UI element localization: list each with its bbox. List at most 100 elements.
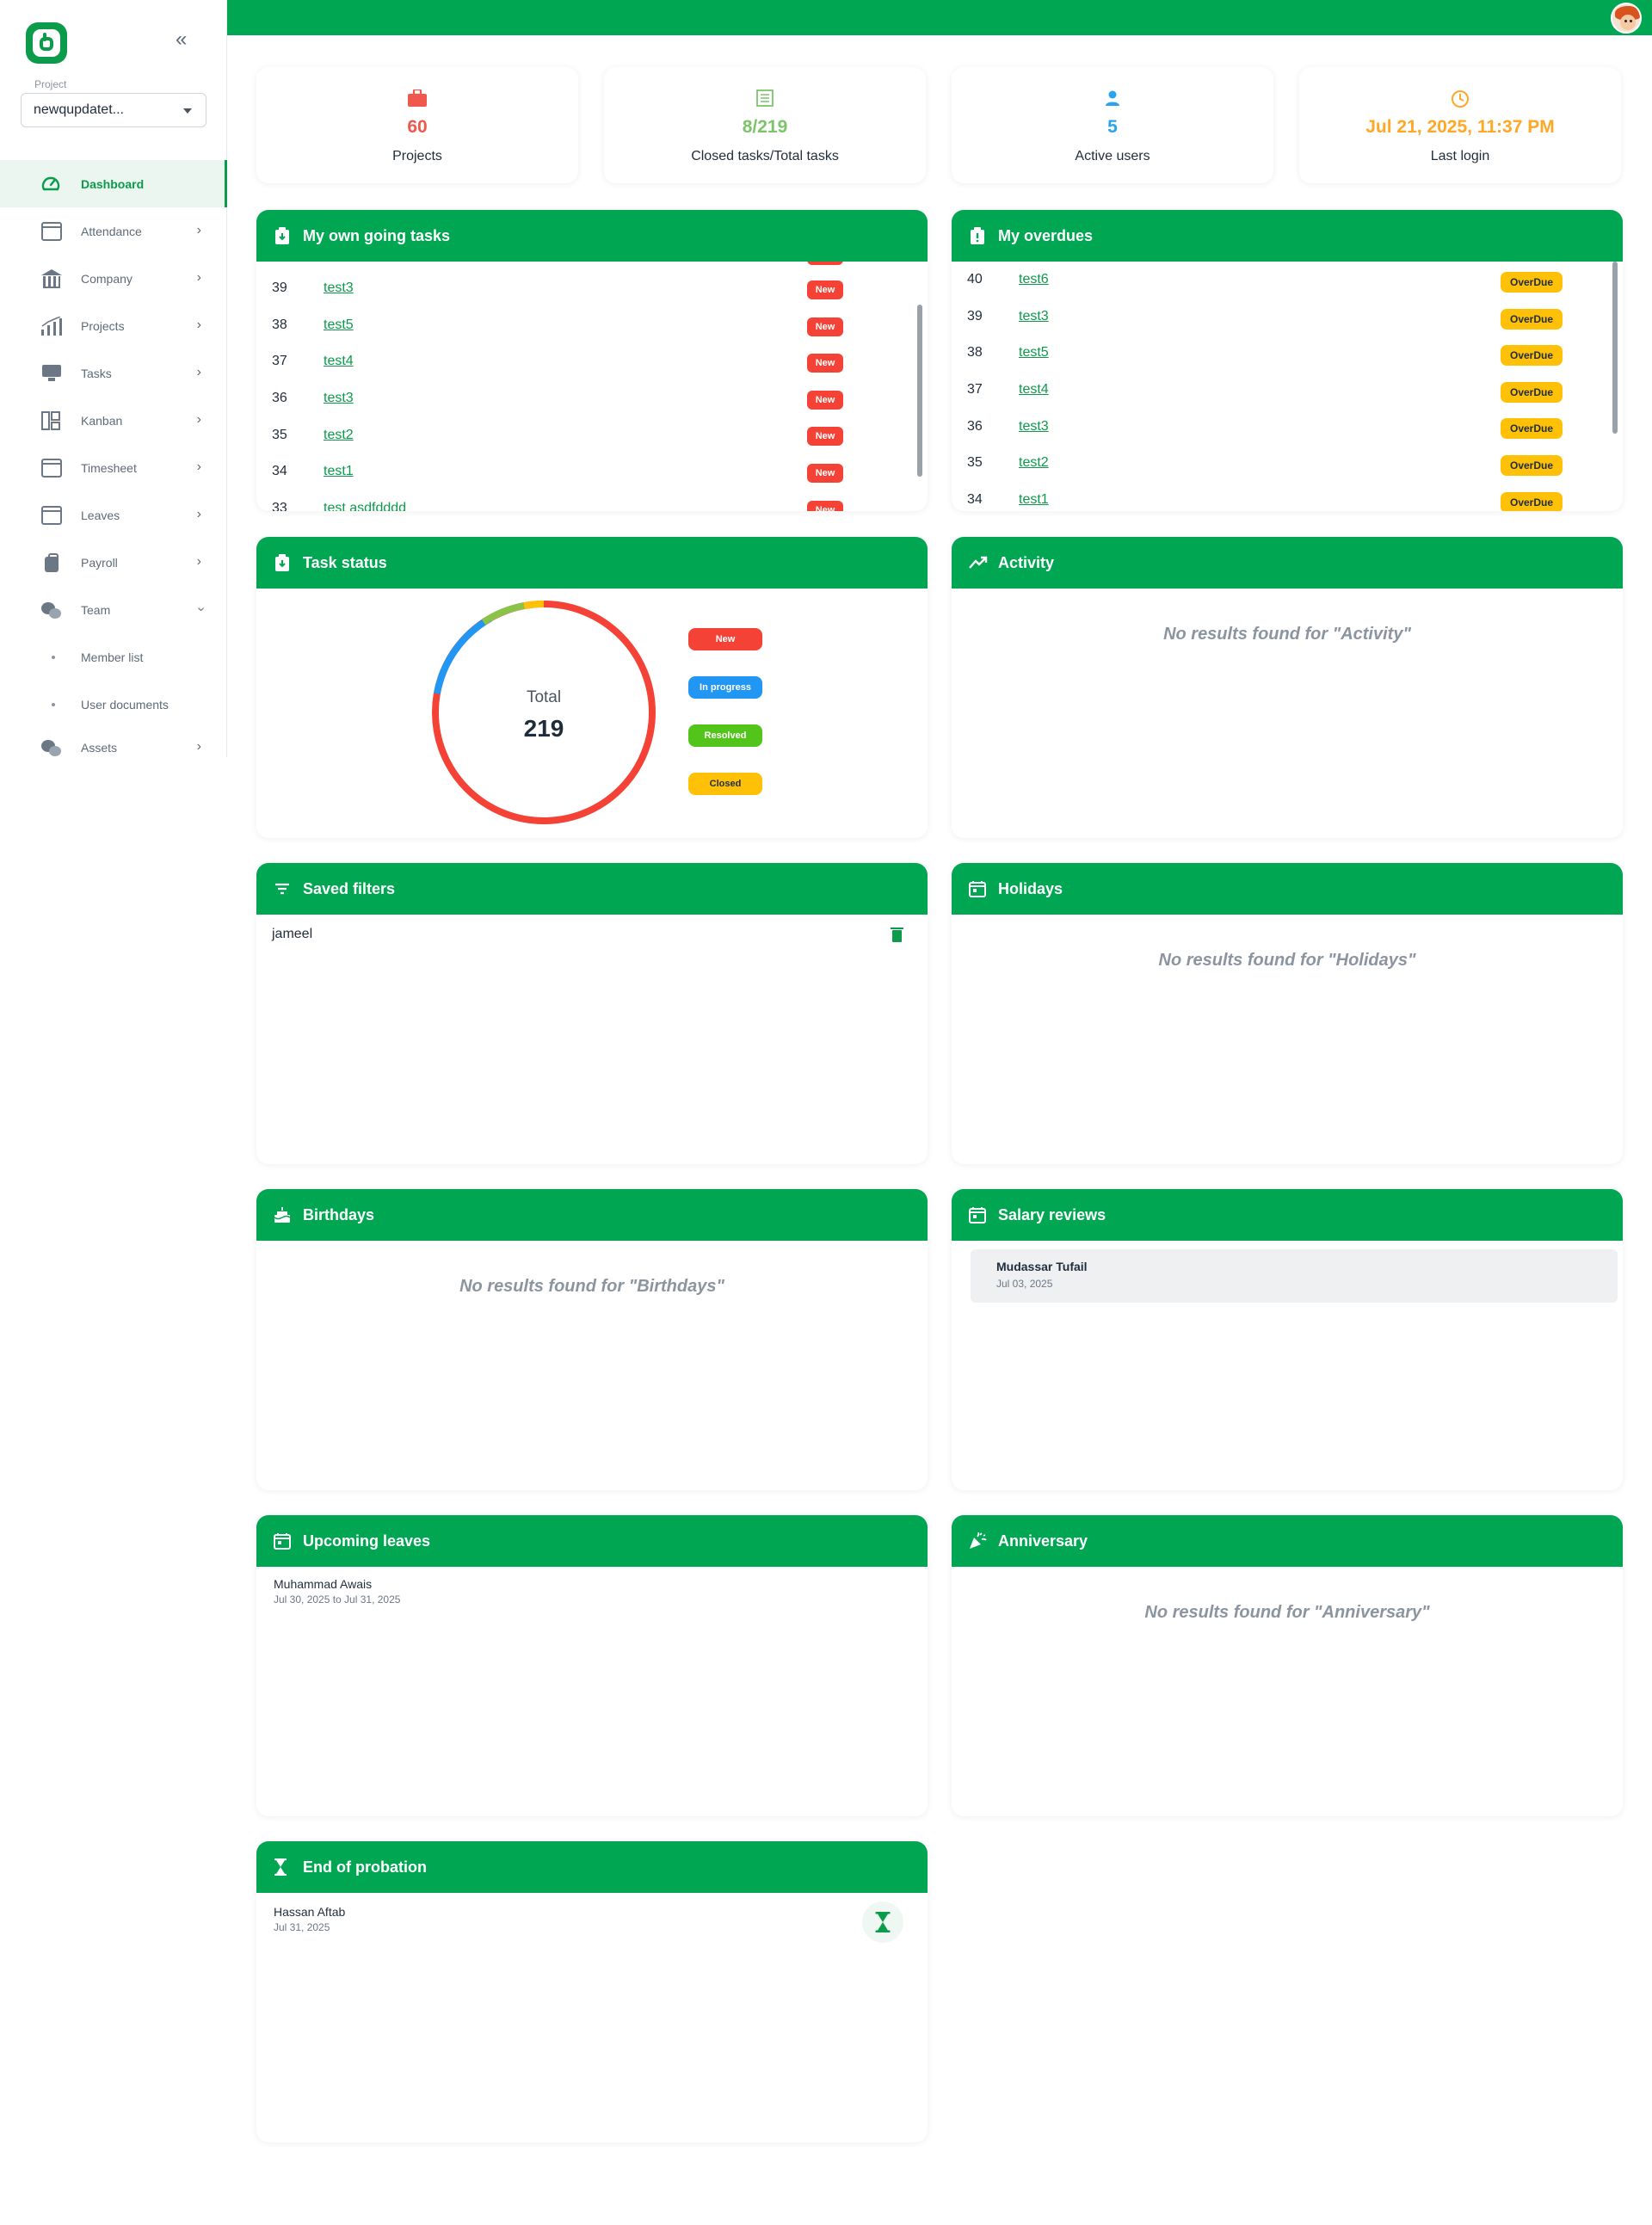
panel-holidays: Holidays No results found for "Holidays" <box>952 863 1623 1164</box>
task-row: 40 test6 OverDue <box>952 262 1623 299</box>
probation-item: Hassan Aftab Jul 31, 2025 <box>256 1893 928 1943</box>
stat-label: Active users <box>1075 149 1150 163</box>
ongoing-task-list[interactable]: New 39 test3 New 38 test5 New 37 test4 New 36 t… <box>256 262 928 511</box>
project-select[interactable]: newqupdatet... <box>21 93 206 127</box>
filter-name[interactable]: jameel <box>272 927 312 942</box>
task-status-donut: Total 219 <box>432 600 656 824</box>
filter-icon <box>274 880 291 897</box>
trash-icon[interactable] <box>891 928 903 942</box>
legend-resolved: Resolved <box>688 724 762 747</box>
task-link[interactable]: test2 <box>324 428 354 443</box>
task-link[interactable]: test1 <box>324 464 354 479</box>
task-row: 37 test4 OverDue <box>952 372 1623 409</box>
task-row: 36 test3 New <box>256 380 928 417</box>
bank-icon <box>41 268 62 288</box>
scrollbar[interactable] <box>917 305 922 477</box>
task-link[interactable]: test4 <box>1019 382 1049 398</box>
task-link[interactable]: test3 <box>324 280 354 296</box>
panel-saved-filters: Saved filters jameel <box>256 863 928 1164</box>
panel-header: My overdues <box>952 210 1623 262</box>
badge-new: New <box>807 463 843 483</box>
badge-overdue: OverDue <box>1501 454 1563 476</box>
empty-message: No results found for "Holidays" <box>1158 951 1416 970</box>
task-id: 38 <box>272 317 287 332</box>
leave-dates: Jul 30, 2025 to Jul 31, 2025 <box>274 1593 401 1606</box>
task-id: 33 <box>272 500 287 511</box>
sidebar-item-label: Payroll <box>81 555 118 570</box>
sidebar-item-payroll[interactable]: Payroll › <box>0 539 227 586</box>
filter-item[interactable]: jameel <box>256 915 928 949</box>
panel-title: Activity <box>998 553 1055 571</box>
sidebar-item-timesheet[interactable]: Timesheet › <box>0 444 227 491</box>
sidebar-item-dashboard[interactable]: Dashboard <box>0 160 227 207</box>
task-link[interactable]: test3 <box>1019 419 1049 435</box>
donut-total-label: Total <box>527 688 561 706</box>
task-link[interactable]: test3 <box>324 391 354 406</box>
sidebar-item-tasks[interactable]: Tasks › <box>0 349 227 397</box>
sidebar-item-company[interactable]: Company › <box>0 255 227 302</box>
panel-title: Birthdays <box>303 1205 375 1223</box>
person-name: Muhammad Awais <box>274 1577 373 1591</box>
calendar-icon <box>41 221 62 241</box>
sidebar-item-attendance[interactable]: Attendance › <box>0 207 227 255</box>
person-name: Mudassar Tufail <box>996 1260 1088 1273</box>
overdue-task-list[interactable]: 40 test6 OverDue 39 test3 OverDue 38 test5 Ove… <box>952 262 1623 511</box>
user-avatar[interactable] <box>1611 3 1642 34</box>
sidebar-item-label: Assets <box>81 740 118 755</box>
task-link[interactable]: test5 <box>324 317 354 333</box>
badge-overdue: OverDue <box>1501 381 1563 403</box>
panel-upcoming-leaves: Upcoming leaves Muhammad Awais Jul 30, 2… <box>256 1515 928 1816</box>
sidebar-item-label: Kanban <box>81 413 123 428</box>
task-link[interactable]: test6 <box>1019 272 1049 287</box>
chevron-right-icon: › <box>196 412 201 427</box>
panel-title: Saved filters <box>303 879 396 897</box>
badge-overdue: OverDue <box>1501 272 1563 293</box>
task-link[interactable]: test3 <box>1019 309 1049 324</box>
sidebar-item-leaves[interactable]: Leaves › <box>0 491 227 539</box>
stat-value: 8/219 <box>742 117 788 137</box>
panel-birthdays: Birthdays No results found for "Birthday… <box>256 1189 928 1490</box>
task-link[interactable]: test2 <box>1019 455 1049 471</box>
task-link[interactable]: test1 <box>1019 492 1049 508</box>
chevron-down-icon: › <box>194 607 209 612</box>
panel-header: Birthdays <box>256 1189 928 1241</box>
panel-title: My overdues <box>998 226 1094 244</box>
task-link[interactable]: test5 <box>1019 345 1049 361</box>
chevron-right-icon: › <box>196 554 201 569</box>
stat-value: Jul 21, 2025, 11:37 PM <box>1365 117 1555 137</box>
calendar-check-icon <box>41 458 62 478</box>
hourglass-icon <box>875 1912 891 1932</box>
donut-segment-resolved <box>481 602 525 626</box>
hourglass-button[interactable] <box>862 1901 903 1943</box>
sidebar-item-projects[interactable]: Projects › <box>0 302 227 349</box>
app-logo[interactable] <box>26 22 67 64</box>
sidebar: « Project newqupdatet... Dashboard Atten… <box>0 0 227 757</box>
badge-new: New <box>807 500 843 511</box>
panel-activity: Activity No results found for "Activity" <box>952 537 1623 838</box>
sidebar-item-team[interactable]: Team › <box>0 586 227 633</box>
calendar-icon <box>274 1532 291 1550</box>
sidebar-item-assets[interactable]: Assets › <box>0 728 227 762</box>
leave-item: Muhammad Awais Jul 30, 2025 to Jul 31, 2… <box>256 1567 928 1606</box>
chevron-right-icon: › <box>196 507 201 521</box>
salary-review-item[interactable]: Mudassar Tufail Jul 03, 2025 <box>971 1249 1618 1303</box>
sidebar-item-kanban[interactable]: Kanban › <box>0 397 227 444</box>
sidebar-sub-member-list[interactable]: Member list <box>0 633 227 681</box>
badge-overdue: OverDue <box>1501 491 1563 511</box>
task-link[interactable]: test4 <box>324 354 354 369</box>
chevron-right-icon: › <box>196 270 201 285</box>
panel-header: End of probation <box>256 1841 928 1893</box>
sidebar-item-label: Tasks <box>81 366 112 380</box>
sidebar-item-label: Projects <box>81 318 125 333</box>
assets-icon <box>41 738 62 757</box>
stat-value: 5 <box>1107 117 1118 137</box>
scrollbar[interactable] <box>1612 262 1618 434</box>
task-link[interactable]: test asdfdddd <box>324 501 406 511</box>
task-id: 39 <box>272 280 287 296</box>
legend-in-progress: In progress <box>688 676 762 699</box>
stat-card-users: 5 Active users <box>952 67 1273 183</box>
task-row: 36 test3 OverDue <box>952 408 1623 445</box>
collapse-sidebar-icon[interactable]: « <box>176 29 194 50</box>
task-row: 38 test5 OverDue <box>952 335 1623 372</box>
sidebar-sub-user-documents[interactable]: User documents <box>0 681 227 728</box>
